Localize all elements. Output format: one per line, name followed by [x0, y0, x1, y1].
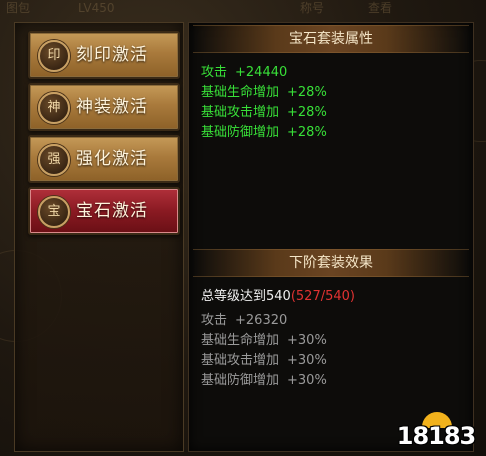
next-attribute: 基础攻击增加 +30%	[201, 351, 327, 371]
attribute-name: 基础攻击增加	[201, 105, 280, 120]
set-button-label: 宝石激活	[76, 201, 148, 221]
attribute-value: +30%	[287, 333, 327, 348]
gem-badge-icon: 宝	[38, 196, 70, 228]
current-attribute: 基础防御增加 +28%	[201, 123, 327, 143]
current-attribute: 基础生命增加 +28%	[201, 83, 327, 103]
attribute-value: +30%	[287, 353, 327, 368]
attribute-name: 基础防御增加	[201, 373, 280, 388]
attribute-name: 攻击	[201, 313, 228, 328]
background-header-mid: 称号	[300, 1, 325, 15]
set-selector-panel: 印 刻印激活 神 神装激活 强 强化激活 宝 宝石激活	[14, 22, 184, 452]
watermark-text: 18183	[396, 422, 477, 450]
current-attribute: 基础攻击增加 +28%	[201, 103, 327, 123]
enhance-badge-icon: 强	[38, 144, 70, 176]
attribute-name: 基础生命增加	[201, 333, 280, 348]
current-attribute: 攻击 +24440	[201, 63, 327, 83]
attribute-value: +28%	[287, 105, 327, 120]
attribute-value: +28%	[287, 85, 327, 100]
requirement-progress: (527/540)	[290, 289, 355, 304]
set-button-label: 神装激活	[76, 97, 148, 117]
next-attribute: 攻击 +26320	[201, 311, 327, 331]
current-set-title: 宝石套装属性	[193, 25, 469, 53]
next-attribute-list: 攻击 +26320 基础生命增加 +30% 基础攻击增加 +30% 基础防御增加 +30…	[201, 311, 327, 391]
set-button-label: 强化激活	[76, 149, 148, 169]
next-attribute: 基础生命增加 +30%	[201, 331, 327, 351]
gem-set-window: 图包 LV450 称号 查看 印 刻印激活 神 神装激活 强 强化激活 宝 宝石…	[0, 0, 486, 456]
attribute-name: 基础攻击增加	[201, 353, 280, 368]
background-header-left: 图包	[6, 1, 31, 15]
attribute-value: +30%	[287, 373, 327, 388]
engrave-badge-icon: 印	[38, 40, 70, 72]
attribute-name: 基础生命增加	[201, 85, 280, 100]
background-header: 图包 LV450 称号 查看	[0, 0, 486, 22]
current-attribute-list: 攻击 +24440 基础生命增加 +28% 基础攻击增加 +28% 基础防御增加 +28…	[201, 63, 327, 143]
set-attributes-panel: 宝石套装属性 攻击 +24440 基础生命增加 +28% 基础攻击增加 +28% 基础…	[188, 22, 474, 452]
attribute-name: 基础防御增加	[201, 125, 280, 140]
attribute-value: +24440	[235, 65, 288, 80]
next-tier-requirement: 总等级达到540(527/540)	[201, 287, 355, 307]
engrave-activate-button[interactable]: 印 刻印激活	[28, 31, 180, 79]
requirement-text: 总等级达到540	[201, 289, 291, 304]
gem-activate-button[interactable]: 宝 宝石激活	[28, 187, 180, 235]
set-button-label: 刻印激活	[76, 45, 148, 65]
enhance-activate-button[interactable]: 强 强化激活	[28, 135, 180, 183]
background-header-level: LV450	[78, 1, 115, 15]
attribute-value: +28%	[287, 125, 327, 140]
divine-gear-activate-button[interactable]: 神 神装激活	[28, 83, 180, 131]
attribute-name: 攻击	[201, 65, 228, 80]
site-watermark-logo: 18183	[392, 412, 480, 452]
next-attribute: 基础防御增加 +30%	[201, 371, 327, 391]
attribute-value: +26320	[235, 313, 288, 328]
background-header-right: 查看	[368, 1, 393, 15]
divine-badge-icon: 神	[38, 92, 70, 124]
next-set-title: 下阶套装效果	[193, 249, 469, 277]
